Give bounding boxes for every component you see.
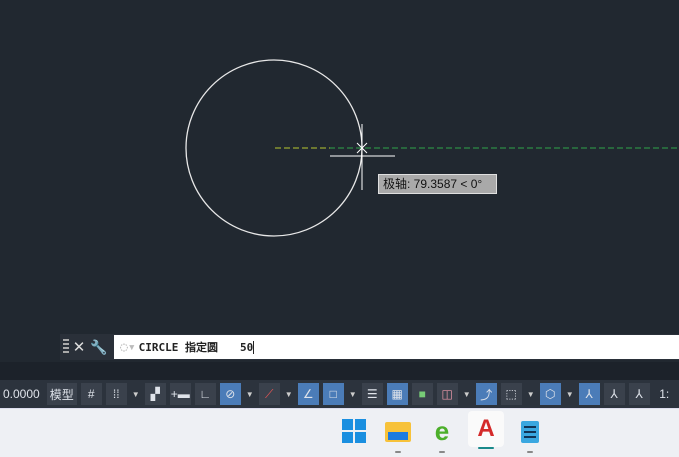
object-snap-tracking-icon[interactable]: ⟋ (258, 383, 280, 405)
annotation-scale-icon[interactable]: ⅄ (628, 383, 650, 405)
command-history-icon[interactable]: ◌▾ (120, 340, 136, 355)
internet-explorer-icon[interactable]: e (426, 415, 458, 453)
autocad-icon[interactable]: A (468, 411, 504, 449)
object-snap-icon[interactable]: □ (322, 383, 344, 405)
dynamic-input-icon[interactable]: +▬ (169, 383, 191, 405)
command-value: 50 (240, 340, 254, 354)
selection-filter-icon[interactable]: ⬚ (500, 383, 522, 405)
grid-icon[interactable]: # (80, 383, 102, 405)
chevron-down-icon[interactable]: ▼ (462, 383, 472, 405)
3d-osnap-icon[interactable]: ◫ (436, 383, 458, 405)
windows-taskbar: e A (0, 408, 679, 457)
status-bar: 0.0000 模型 # ⁞⁞ ▼ ▞ +▬ ∟ ⊘ ▼ ⟋ ▼ ∠ □ ▼ ☰ … (0, 380, 679, 408)
chevron-down-icon[interactable]: ▼ (565, 383, 575, 405)
annotation-visibility-icon[interactable]: ⅄ (578, 383, 600, 405)
scale-readout[interactable]: 1: (654, 383, 675, 405)
drawing-canvas[interactable] (0, 0, 679, 362)
wrench-icon[interactable]: 🔧 (89, 339, 109, 356)
chevron-down-icon[interactable]: ▼ (131, 383, 141, 405)
ortho-icon[interactable]: ∟ (194, 383, 216, 405)
file-explorer-icon[interactable] (382, 415, 414, 453)
snap-icon[interactable]: ⁞⁞ (105, 383, 127, 405)
coordinates-readout: 0.0000 (3, 387, 40, 401)
model-space-button[interactable]: 模型 (46, 383, 77, 405)
isodraft-icon[interactable]: ∠ (297, 383, 319, 405)
gizmo-icon[interactable]: ⬡ (539, 383, 561, 405)
dynamic-ucs-icon[interactable]: ⤴ (475, 383, 497, 405)
lineweight-icon[interactable]: ☰ (361, 383, 383, 405)
polar-tooltip: 极轴: 79.3587 < 0° (378, 174, 497, 194)
polar-tracking-icon[interactable]: ⊘ (219, 383, 241, 405)
close-icon[interactable]: ✕ (69, 338, 89, 356)
auto-scale-icon[interactable]: ⅄ (603, 383, 625, 405)
selection-cycling-icon[interactable]: ■ (411, 383, 433, 405)
layout-tabs-strip (0, 362, 679, 380)
notepad-icon[interactable] (514, 415, 546, 453)
command-line: ✕ 🔧 ◌▾ CIRCLE 指定圆 50 (60, 334, 679, 360)
command-input[interactable]: ◌▾ CIRCLE 指定圆 50 (114, 335, 679, 359)
windows-start-icon[interactable] (338, 415, 370, 447)
circle-entity (185, 59, 363, 237)
infer-constraints-icon[interactable]: ▞ (144, 383, 166, 405)
chevron-down-icon[interactable]: ▼ (284, 383, 294, 405)
chevron-down-icon[interactable]: ▼ (245, 383, 255, 405)
chevron-down-icon[interactable]: ▼ (526, 383, 536, 405)
transparency-icon[interactable]: ▦ (386, 383, 408, 405)
chevron-down-icon[interactable]: ▼ (348, 383, 358, 405)
command-prompt: CIRCLE 指定圆 (138, 341, 219, 354)
